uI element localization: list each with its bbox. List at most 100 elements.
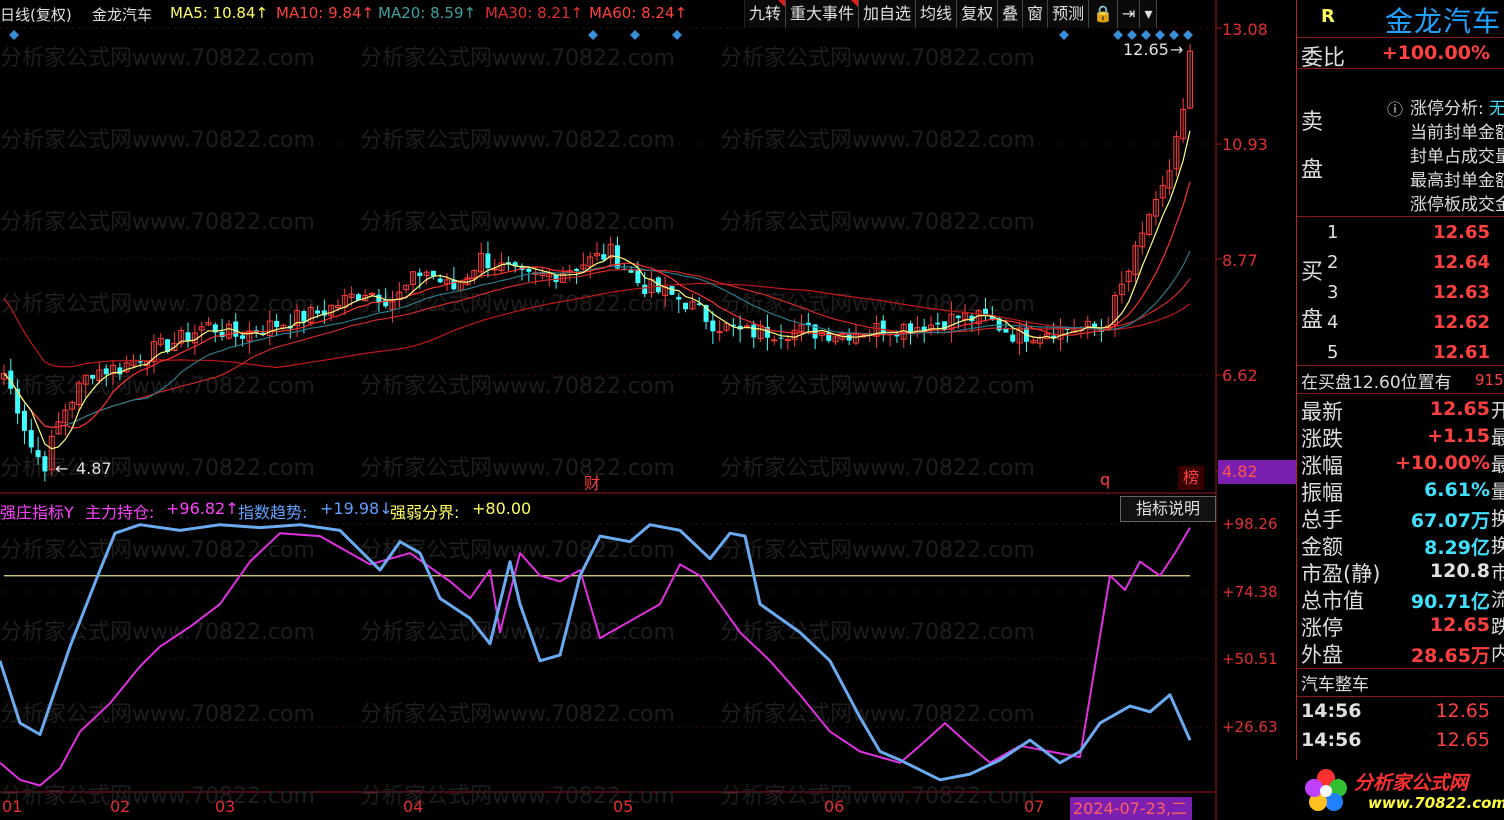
flag-icon: [778, 0, 786, 7]
buy-level-price: 12.64: [1433, 252, 1490, 273]
q-event-icon[interactable]: q: [1100, 470, 1110, 489]
toolbar-button[interactable]: 九转: [745, 0, 787, 28]
watermark-text: 分析家公式网www.70822.com: [360, 46, 675, 71]
buy-note: 在买盘12.60位置有: [1301, 373, 1452, 393]
month-label: 03: [215, 797, 236, 816]
event-diamond-icon: [588, 30, 598, 40]
buy-level-index: 3: [1327, 282, 1339, 303]
divider: [1297, 393, 1504, 394]
month-label: 06: [824, 797, 845, 816]
stat-label: 总手: [1301, 508, 1343, 532]
stock-name: 金龙汽车: [92, 6, 153, 24]
ma5-label: MA5: 10.84↑: [170, 4, 269, 22]
watermark-text: 分析家公式网www.70822.com: [720, 538, 1035, 563]
stat-tail: 开: [1491, 400, 1504, 422]
quote-panel: R 金龙汽车 委比 +100.00% 卖 盘 ⓘ 涨停分析: 无 当前封单金额 …: [1296, 0, 1504, 820]
candle-body: [90, 375, 96, 379]
ranking-event-icon[interactable]: 榜: [1178, 466, 1204, 490]
current-price-tag: 4.82: [1218, 460, 1296, 484]
stat-tail: 内: [1491, 643, 1504, 665]
toolbar-button[interactable]: 均线: [916, 0, 958, 28]
info-icon[interactable]: ⓘ: [1387, 96, 1403, 120]
candle-body: [430, 270, 436, 277]
stat-label: 市盈(静): [1301, 562, 1381, 586]
watermark-text: 分析家公式网www.70822.com: [0, 128, 315, 153]
buy-level-price: 12.62: [1433, 312, 1490, 333]
divider: [1297, 37, 1504, 38]
candle-body: [315, 310, 321, 314]
watermark-text: 分析家公式网www.70822.com: [360, 620, 675, 645]
stat-tail: 流: [1491, 589, 1504, 611]
ma10-label: MA10: 9.84↑: [276, 4, 375, 22]
indicator-axis-label: +74.38: [1222, 583, 1278, 601]
event-diamond-icon: [9, 30, 19, 40]
chart-toolbar: 九转 重大事件 加自选 均线 复权叠窗预测 🔒 ⇥ ▾: [745, 0, 1158, 28]
zt-line: 涨停板成交金: [1410, 195, 1504, 215]
stat-value: 12.65: [1429, 398, 1490, 420]
month-label: 05: [613, 797, 634, 816]
sell-label: 盘: [1301, 158, 1324, 183]
stat-tail: 最: [1491, 454, 1504, 476]
zhuli-value: +96.82↑: [166, 499, 239, 518]
candle-body: [784, 339, 791, 342]
trend-value: +19.98↓: [320, 499, 393, 518]
toolbar-button[interactable]: ⇥: [1118, 0, 1141, 28]
stat-value: 12.65: [1429, 614, 1490, 636]
candle-body: [1010, 334, 1016, 342]
tick-time: 14:56: [1301, 729, 1362, 751]
zt-analysis-value: 无: [1489, 99, 1504, 119]
cursor-date-tag: 2024-07-23,二: [1070, 797, 1192, 820]
period-label[interactable]: 日线(复权): [0, 4, 72, 25]
candle-body: [846, 334, 852, 341]
price-axis-label: 6.62: [1222, 366, 1258, 385]
indicator-axis-label: +50.51: [1222, 650, 1278, 668]
toolbar-button[interactable]: 重大事件: [786, 0, 860, 28]
trend-label: 指数趋势:: [238, 503, 308, 522]
stat-label: 涨幅: [1301, 454, 1343, 478]
candle-body: [21, 410, 27, 431]
candle-body: [526, 268, 532, 272]
stat-value: 120.8: [1429, 560, 1490, 582]
zt-analysis-label: 涨停分析:: [1410, 99, 1484, 119]
toolbar-button[interactable]: 加自选: [859, 0, 917, 28]
zt-line: 封单占成交量: [1410, 147, 1504, 167]
chart-canvas[interactable]: 分析家公式网www.70822.com 分析家公式网www.70822.com 分析…: [0, 0, 1296, 820]
candle-body: [417, 272, 423, 277]
ma60-label: MA60: 8.24↑: [589, 4, 688, 22]
finance-event-icon[interactable]: 财: [584, 470, 600, 494]
tick-time: 14:56: [1301, 700, 1362, 722]
candle-body: [635, 269, 641, 284]
toolbar-button[interactable]: ▾: [1140, 0, 1158, 28]
toolbar-button[interactable]: 预测: [1048, 0, 1090, 28]
buy-level-price: 12.65: [1433, 222, 1490, 243]
stat-tail: 换: [1491, 508, 1504, 530]
zt-line: 当前封单金额: [1410, 123, 1504, 143]
stat-value: 6.61%: [1424, 479, 1490, 501]
watermark-text: 分析家公式网www.70822.com: [0, 620, 315, 645]
event-diamond-icon: [1059, 30, 1069, 40]
tick-price: 12.65: [1435, 729, 1490, 751]
indicator-name[interactable]: 强庄指标Y: [0, 499, 74, 523]
toolbar-button[interactable]: 复权: [957, 0, 999, 28]
candle-body: [935, 322, 941, 325]
stat-label: 最新: [1301, 400, 1343, 424]
toolbar-button[interactable]: 叠: [998, 0, 1024, 28]
toolbar-button[interactable]: 窗: [1023, 0, 1049, 28]
candle-body: [751, 324, 757, 338]
tick-price: 12.65: [1435, 700, 1490, 722]
flower-logo-icon: [1305, 769, 1347, 811]
ma20-label: MA20: 8.59↑: [378, 4, 477, 22]
badge-text: 分析家公式网: [1354, 772, 1469, 794]
watermark-text: 分析家公式网www.70822.com: [360, 128, 675, 153]
sector-label[interactable]: 汽车整车: [1301, 670, 1369, 695]
price-axis-label: 8.77: [1222, 251, 1258, 270]
stat-tail: 最: [1491, 427, 1504, 449]
buy-level-index: 2: [1327, 252, 1339, 273]
indicator-help-button[interactable]: 指标说明: [1120, 496, 1216, 522]
toolbar-button[interactable]: 🔒: [1089, 0, 1119, 28]
event-diamond-icon: [1141, 30, 1151, 40]
indicator-axis-label: +26.63: [1222, 718, 1278, 736]
candle-body: [778, 337, 784, 339]
candle-body: [574, 268, 580, 271]
stat-value: 67.07万: [1410, 510, 1490, 532]
